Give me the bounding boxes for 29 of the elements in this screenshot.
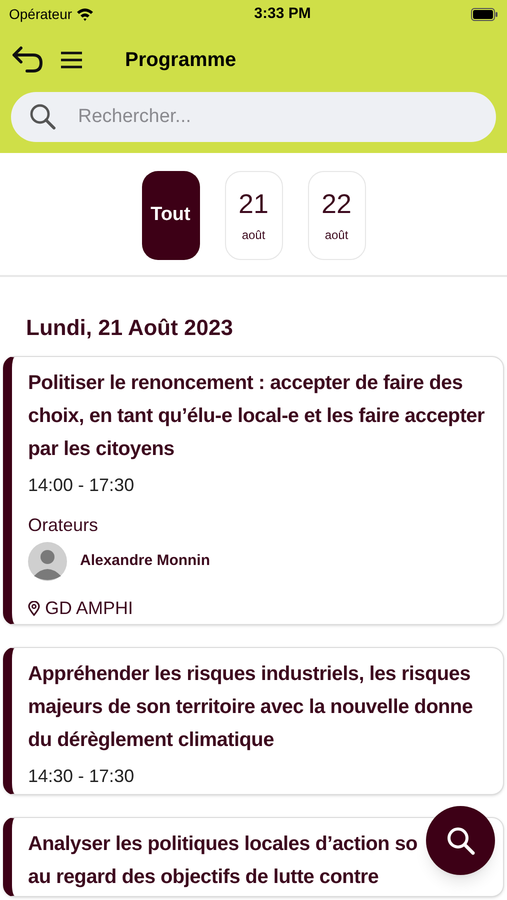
session-title: Politiser le renoncement : accepter de faire des choix, en tant qu’élu-e local-e et les faire accepter par les citoyens — [28, 371, 486, 462]
back-icon[interactable] — [11, 46, 43, 74]
session-title: Analyser les politiques locales d’action so — [28, 832, 418, 857]
wifi-icon — [76, 7, 94, 21]
speakers-label: Orateurs — [28, 514, 100, 537]
session-title: au regard des objectifs de lutte contre — [28, 865, 379, 890]
search-input[interactable]: Rechercher... — [78, 102, 478, 132]
session-card[interactable]: Politiser le renoncement : accepter de faire des choix, en tant qu’élu-e local-e et les faire accepter par les citoyens 14:00 - 17:30 Orateurs Alexandre Monnin GD AMPHI — [3, 356, 504, 625]
session-title: Appréhender les risques industriels, les risques majeurs de son territoire avec la nouvelle donne du dérèglement climatique — [28, 662, 474, 753]
battery-icon — [471, 8, 498, 20]
session-location: GD AMPHI — [45, 597, 134, 620]
session-time: 14:30 - 17:30 — [28, 765, 136, 788]
speaker-name[interactable]: Alexandre Monnin — [80, 550, 210, 573]
clock-time: 3:33 PM — [254, 4, 311, 24]
search-icon — [29, 103, 57, 131]
day-tab[interactable]: 21 août — [224, 171, 282, 260]
avatar-icon — [28, 542, 67, 581]
session-card[interactable]: Appréhender les risques industriels, les risques majeurs de son territoire avec la nouvelle donne du dérèglement climatique 14:30 - 17:30 — [3, 647, 504, 795]
search-icon — [446, 826, 476, 856]
carrier-name: Opérateur — [9, 4, 72, 24]
session-time: 14:00 - 17:30 — [28, 474, 136, 497]
session-card[interactable]: Analyser les politiques locales d’action so au regard des objectifs de lutte contre — [3, 817, 504, 897]
day-tab[interactable]: Tout — [142, 171, 200, 260]
search-bar[interactable]: Rechercher... — [11, 92, 496, 142]
day-tab[interactable]: 22 août — [308, 171, 366, 260]
menu-icon[interactable] — [60, 51, 83, 69]
day-heading: Lundi, 21 Août 2023 — [25, 314, 234, 342]
page-title: Programme — [125, 48, 236, 73]
location-pin-icon — [28, 601, 40, 616]
